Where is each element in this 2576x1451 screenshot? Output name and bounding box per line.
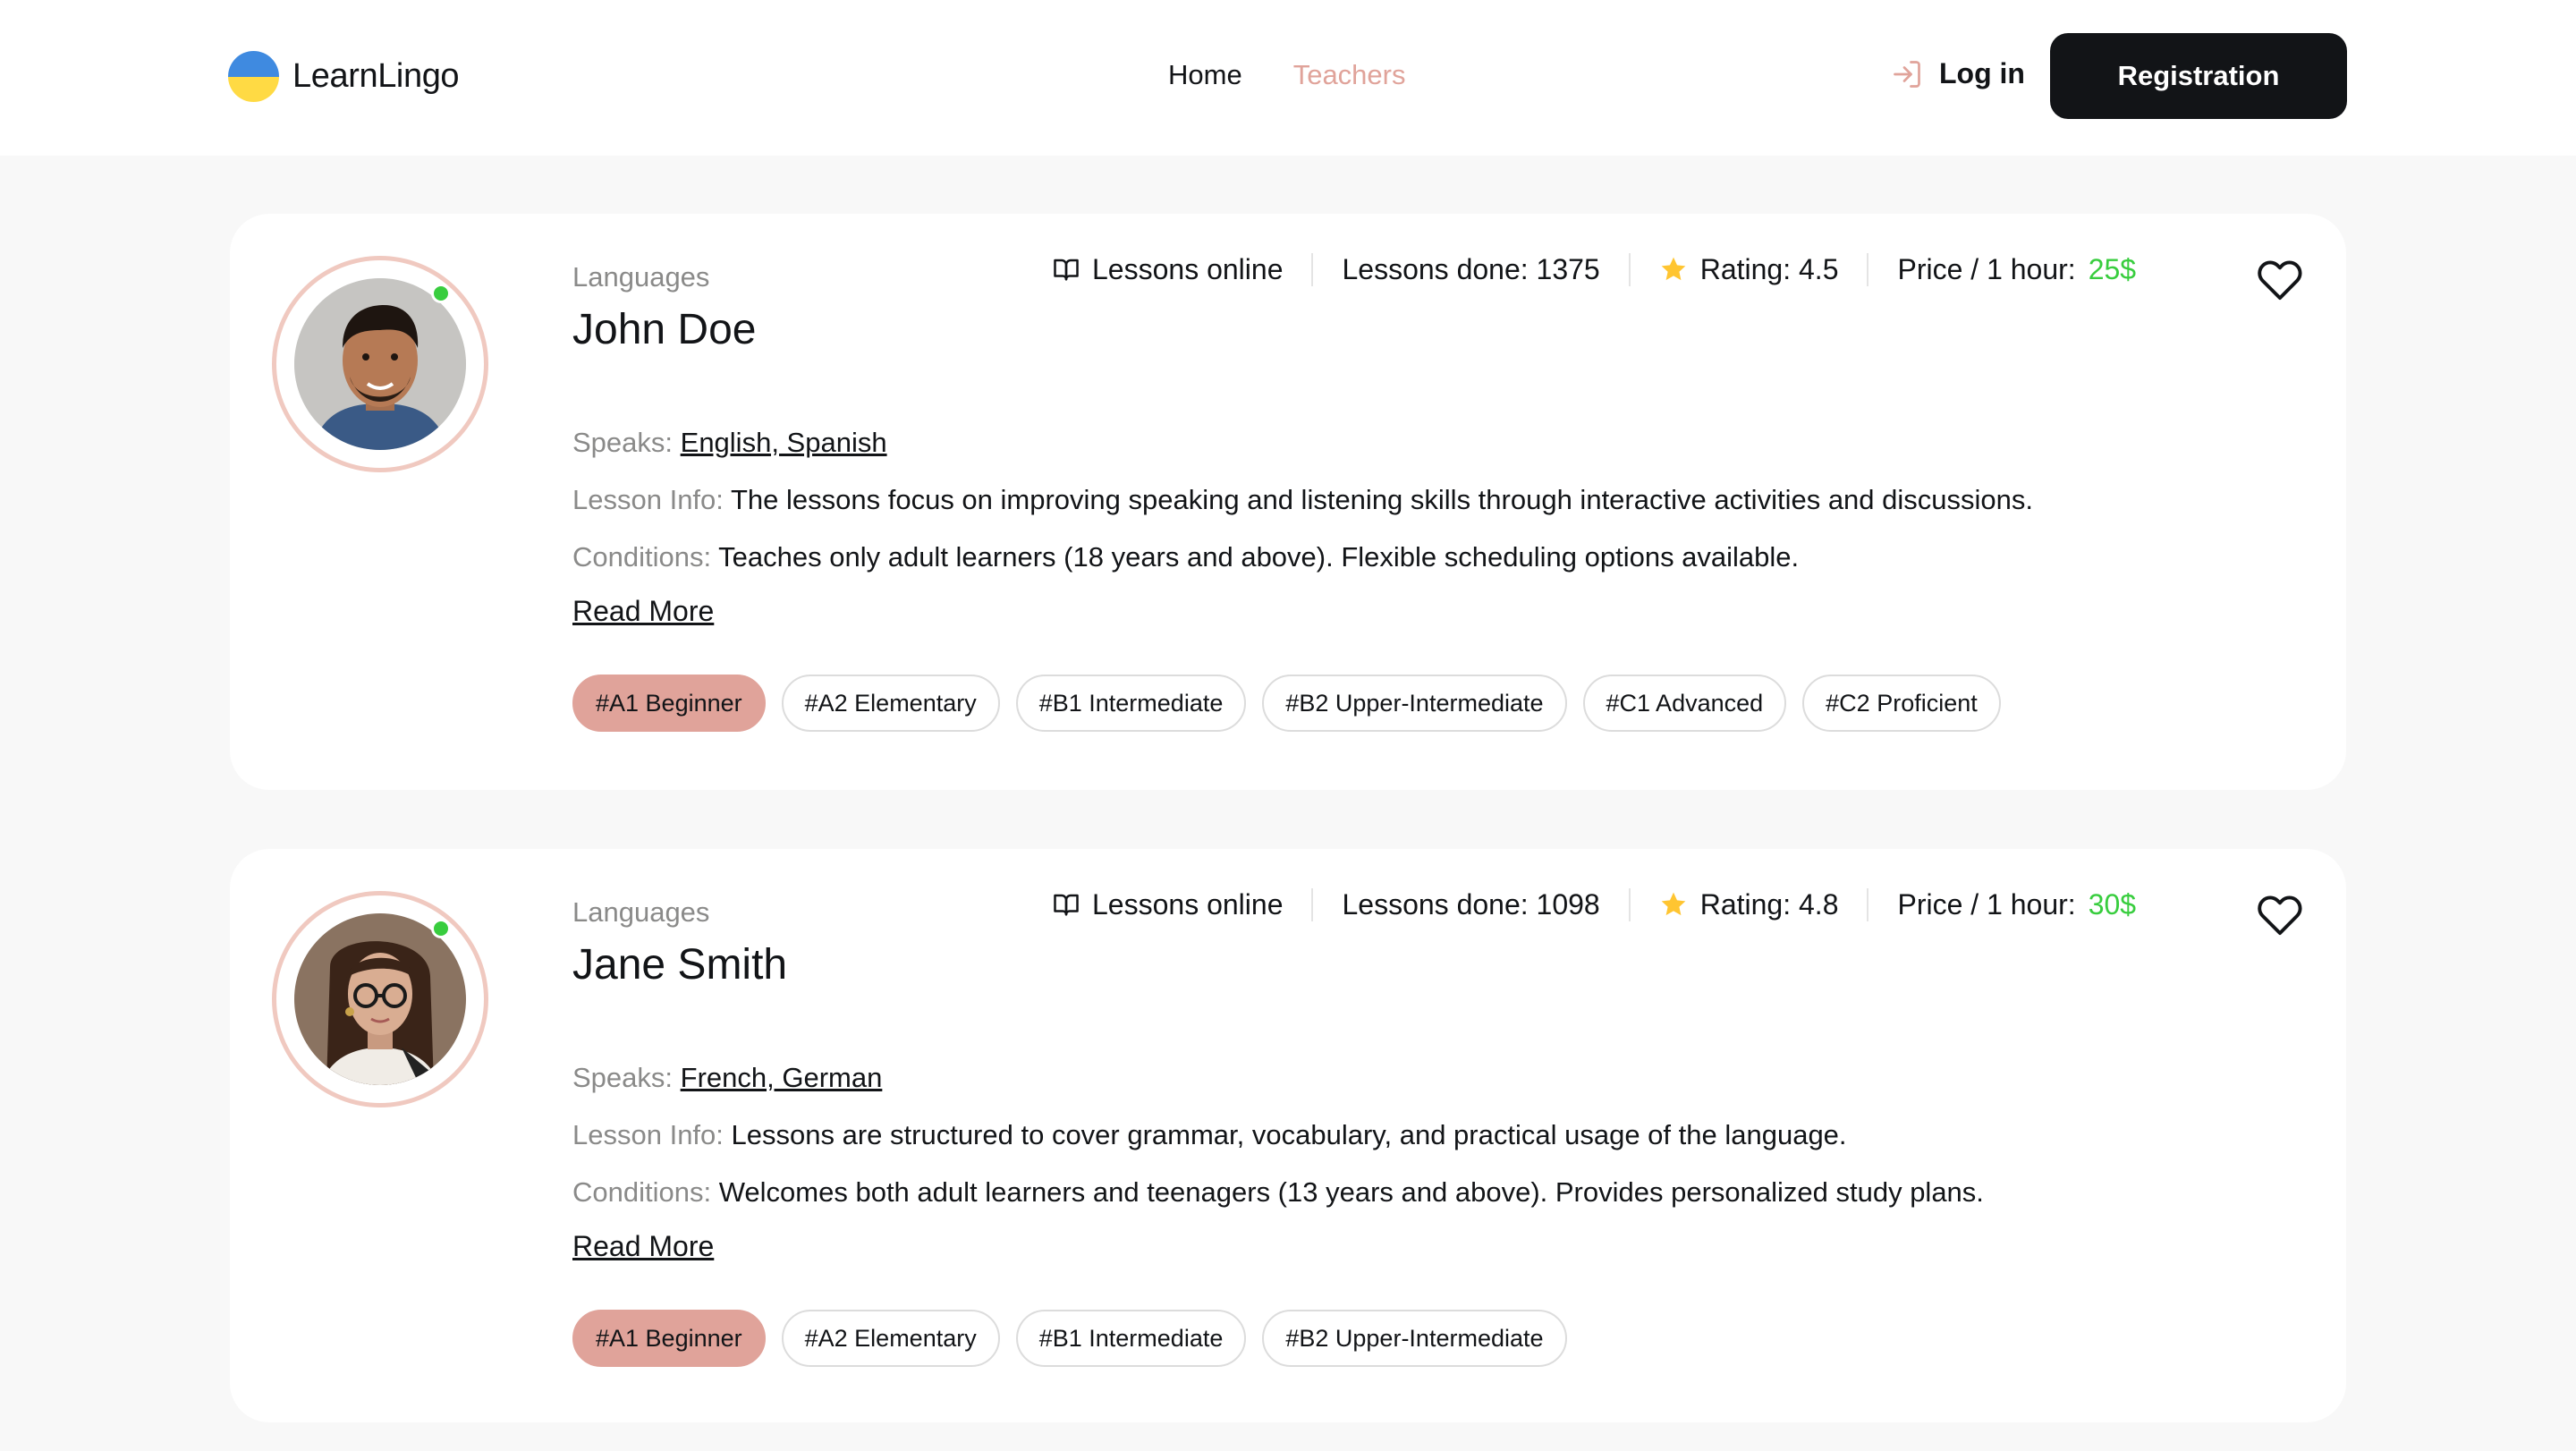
login-icon	[1894, 60, 1920, 88]
lessons-online-stat: Lessons online	[1053, 888, 1311, 921]
lessons-done-stat: Lessons done: 1098	[1311, 887, 1628, 921]
teacher-card: Languages John Doe Speaks: English, Span…	[230, 214, 2346, 790]
lesson-info-label: Lesson Info:	[572, 1119, 724, 1150]
lesson-info-value: The lessons focus on improving speaking …	[730, 484, 2033, 515]
login-label: Log in	[1939, 57, 2025, 89]
teacher-stats: Lessons online Lessons done: 1375 Rating…	[1053, 250, 2165, 289]
heart-icon[interactable]	[2257, 257, 2303, 303]
teacher-stats: Lessons online Lessons done: 1098 Rating…	[1053, 885, 2165, 924]
online-status-dot	[431, 284, 451, 303]
speaks-value: English, Spanish	[680, 427, 887, 458]
lesson-info-line: Lesson Info: Lessons are structured to c…	[572, 1107, 2272, 1164]
book-open-icon	[1054, 259, 1079, 281]
teacher-content: Languages John Doe Speaks: English, Span…	[572, 259, 2272, 732]
lessons-online-label: Lessons online	[1092, 887, 1284, 921]
conditions-label: Conditions:	[572, 541, 712, 573]
read-more-link[interactable]: Read More	[572, 595, 714, 628]
online-status-dot	[431, 919, 451, 938]
login-button[interactable]: Log in	[1891, 57, 2025, 90]
conditions-value: Teaches only adult learners (18 years an…	[718, 541, 1800, 573]
teacher-info: Speaks: French, German Lesson Info: Less…	[572, 1049, 2272, 1263]
level-tag[interactable]: #C1 Advanced	[1582, 675, 1787, 732]
price-value: 30$	[2088, 887, 2137, 921]
speaks-line: Speaks: French, German	[572, 1049, 2272, 1107]
lesson-info-label: Lesson Info:	[572, 484, 724, 515]
level-tag[interactable]: #B1 Intermediate	[1015, 675, 1247, 732]
rating-value: Rating: 4.5	[1699, 252, 1839, 285]
conditions-line: Conditions: Welcomes both adult learners…	[572, 1164, 2272, 1221]
level-tag[interactable]: #B1 Intermediate	[1015, 1310, 1247, 1367]
site-header: LearnLingo Home Teachers Log in Registra…	[0, 0, 2576, 156]
nav-home[interactable]: Home	[1168, 59, 1242, 91]
speaks-label: Speaks:	[572, 427, 674, 458]
lessons-online-label: Lessons online	[1092, 252, 1284, 285]
read-more-link[interactable]: Read More	[572, 1230, 714, 1263]
lesson-info-line: Lesson Info: The lessons focus on improv…	[572, 471, 2272, 529]
avatar-frame	[272, 891, 488, 1107]
level-tag[interactable]: #B2 Upper-Intermediate	[1262, 1310, 1567, 1367]
lesson-info-value: Lessons are structured to cover grammar,…	[731, 1119, 1847, 1150]
star-icon	[1661, 257, 1686, 281]
price-stat: Price / 1 hour: 25$	[1867, 252, 2165, 286]
lessons-online-stat: Lessons online	[1053, 253, 1311, 286]
conditions-line: Conditions: Teaches only adult learners …	[572, 529, 2272, 586]
speaks-line: Speaks: English, Spanish	[572, 414, 2272, 471]
book-open-icon	[1054, 894, 1079, 916]
teacher-card: Languages Jane Smith Speaks: French, Ger…	[230, 849, 2346, 1422]
level-tag[interactable]: #A2 Elementary	[781, 675, 1000, 732]
ukraine-flag-icon	[228, 51, 279, 102]
level-tag[interactable]: #A2 Elementary	[781, 1310, 1000, 1367]
teacher-content: Languages Jane Smith Speaks: French, Ger…	[572, 894, 2272, 1367]
teacher-name: Jane Smith	[572, 941, 788, 989]
price-label: Price / 1 hour:	[1897, 887, 2076, 921]
price-value: 25$	[2088, 252, 2137, 285]
price-stat: Price / 1 hour: 30$	[1867, 887, 2165, 921]
rating-stat: Rating: 4.8	[1628, 887, 1868, 921]
rating-value: Rating: 4.8	[1699, 887, 1839, 921]
level-tags: #A1 Beginner #A2 Elementary #B1 Intermed…	[572, 675, 2272, 732]
conditions-label: Conditions:	[572, 1176, 712, 1208]
conditions-value: Welcomes both adult learners and teenage…	[718, 1176, 1984, 1208]
logo-text: LearnLingo	[292, 57, 460, 95]
teacher-name: John Doe	[572, 306, 757, 353]
teacher-avatar	[294, 913, 466, 1085]
price-label: Price / 1 hour:	[1897, 252, 2076, 285]
teacher-info: Speaks: English, Spanish Lesson Info: Th…	[572, 414, 2272, 628]
speaks-label: Speaks:	[572, 1062, 674, 1093]
heart-icon[interactable]	[2257, 892, 2303, 938]
level-tag[interactable]: #B2 Upper-Intermediate	[1262, 675, 1567, 732]
speaks-value: French, German	[680, 1062, 883, 1093]
rating-stat: Rating: 4.5	[1628, 252, 1868, 286]
level-tag[interactable]: #A1 Beginner	[572, 675, 766, 732]
logo[interactable]: LearnLingo	[228, 51, 460, 102]
star-icon	[1661, 892, 1686, 916]
main-nav: Home Teachers	[1168, 59, 1406, 91]
level-tag[interactable]: #A1 Beginner	[572, 1310, 766, 1367]
registration-button[interactable]: Registration	[2050, 33, 2347, 119]
level-tags: #A1 Beginner #A2 Elementary #B1 Intermed…	[572, 1310, 2272, 1367]
lessons-done-stat: Lessons done: 1375	[1311, 252, 1628, 286]
avatar-frame	[272, 256, 488, 472]
level-tag[interactable]: #C2 Proficient	[1802, 675, 2001, 732]
nav-teachers[interactable]: Teachers	[1293, 59, 1406, 91]
teacher-avatar	[294, 278, 466, 450]
